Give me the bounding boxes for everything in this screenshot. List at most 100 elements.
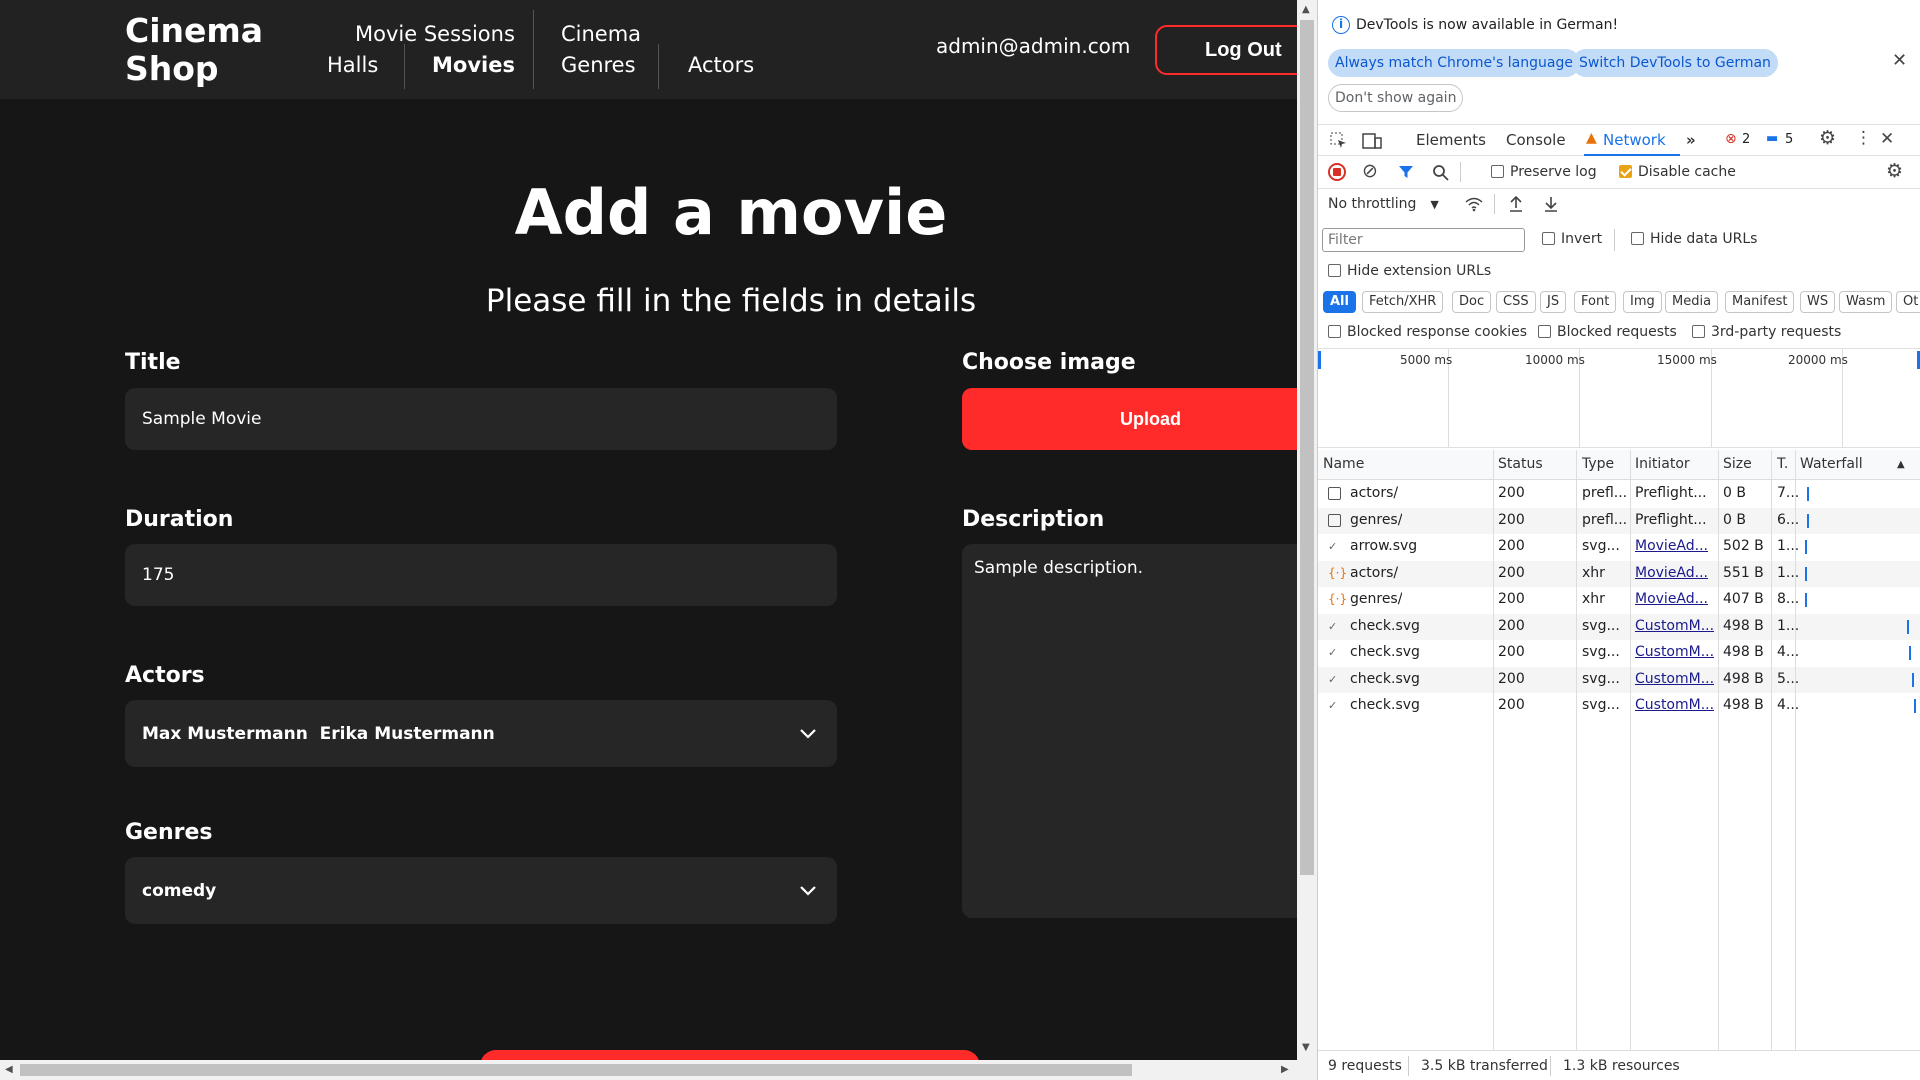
type-filter-img[interactable]: Img	[1623, 291, 1662, 313]
network-overview-timeline[interactable]: 5000 ms 10000 ms 15000 ms 20000 ms	[1318, 348, 1920, 448]
export-har-icon[interactable]	[1543, 195, 1559, 213]
scroll-right-arrow-icon[interactable]: ▶	[1281, 1065, 1289, 1075]
filter-input[interactable]: Filter	[1322, 228, 1525, 252]
column-size[interactable]: Size	[1723, 456, 1752, 472]
settings-gear-icon[interactable]: ⚙	[1819, 127, 1836, 149]
request-type: svg...	[1582, 617, 1620, 634]
scroll-left-arrow-icon[interactable]: ◀	[5, 1065, 13, 1075]
request-row[interactable]: ✓ check.svg 200 svg... CustomM... 498 B 1...	[1318, 613, 1920, 640]
type-filter-ws[interactable]: WS	[1800, 291, 1836, 313]
type-filter-all[interactable]: All	[1323, 291, 1356, 313]
type-filter-font[interactable]: Font	[1574, 291, 1617, 313]
device-toolbar-icon[interactable]	[1362, 132, 1382, 150]
third-party-checkbox[interactable]: 3rd-party requests	[1692, 324, 1841, 340]
site-logo[interactable]: Cinema Shop	[125, 12, 263, 88]
upload-button[interactable]: Upload	[962, 388, 1297, 450]
preserve-log-checkbox[interactable]: Preserve log	[1491, 164, 1597, 180]
hide-extension-urls-checkbox[interactable]: Hide extension URLs	[1328, 263, 1491, 279]
genres-select[interactable]: comedy	[125, 857, 837, 924]
type-filter-media[interactable]: Media	[1665, 291, 1719, 313]
invert-checkbox[interactable]: Invert	[1542, 231, 1602, 247]
page-horizontal-scrollbar[interactable]: ◀ ▶	[0, 1060, 1317, 1080]
import-har-icon[interactable]	[1508, 195, 1524, 213]
dont-show-again-button[interactable]: Don't show again	[1328, 84, 1464, 112]
throttling-select[interactable]: No throttling ▼	[1328, 196, 1439, 212]
timeline-tick: 5000 ms	[1400, 353, 1453, 367]
scroll-down-arrow-icon[interactable]: ▼	[1302, 1043, 1310, 1053]
switch-german-button[interactable]: Switch DevTools to German	[1572, 49, 1778, 77]
description-textarea[interactable]: Sample description.	[962, 544, 1297, 918]
filter-icon[interactable]	[1398, 164, 1414, 180]
nav-movies[interactable]: Movies	[432, 50, 515, 80]
match-language-button[interactable]: Always match Chrome's language	[1328, 49, 1580, 77]
kebab-menu-icon[interactable]: ⋮	[1855, 128, 1872, 148]
request-row[interactable]: ✓ check.svg 200 svg... CustomM... 498 B 4...	[1318, 640, 1920, 666]
request-initiator[interactable]: MovieAd...	[1635, 591, 1708, 607]
request-initiator[interactable]: CustomM...	[1635, 618, 1714, 634]
error-icon[interactable]: ⊗	[1725, 131, 1737, 147]
title-input[interactable]: Sample Movie	[125, 388, 837, 450]
request-initiator[interactable]: MovieAd...	[1635, 538, 1708, 554]
column-waterfall[interactable]: Waterfall	[1800, 456, 1863, 472]
network-conditions-icon[interactable]	[1464, 196, 1484, 212]
request-row[interactable]: ✓ check.svg 200 svg... CustomM... 498 B 5...	[1318, 666, 1920, 693]
search-icon[interactable]	[1432, 164, 1449, 181]
inspect-element-icon[interactable]	[1330, 132, 1348, 150]
page-vertical-scrollbar[interactable]: ▲ ▼	[1297, 0, 1317, 1060]
request-status: 200	[1498, 591, 1525, 607]
nav-genres[interactable]: Genres	[561, 50, 636, 80]
column-initiator[interactable]: Initiator	[1635, 456, 1690, 472]
request-row[interactable]: actors/200 prefl... Preflight... 0 B 7...	[1318, 481, 1920, 507]
type-filter-other[interactable]: Ot	[1896, 291, 1920, 313]
nav-halls[interactable]: Halls	[327, 50, 378, 80]
clear-icon[interactable]: ⊘	[1362, 160, 1378, 182]
nav-actors[interactable]: Actors	[688, 50, 754, 80]
actors-select[interactable]: Max Mustermann Erika Mustermann	[125, 700, 837, 767]
blocked-cookies-checkbox[interactable]: Blocked response cookies	[1328, 324, 1527, 340]
request-initiator[interactable]: MovieAd...	[1635, 565, 1708, 581]
nav-cinema[interactable]: Cinema	[561, 19, 641, 49]
record-stop-icon[interactable]	[1328, 163, 1346, 181]
logout-button[interactable]: Log Out	[1155, 25, 1297, 75]
network-settings-gear-icon[interactable]: ⚙	[1886, 160, 1903, 182]
scroll-up-arrow-icon[interactable]: ▲	[1302, 5, 1310, 15]
column-type[interactable]: Type	[1582, 456, 1614, 472]
request-row[interactable]: genres/200 prefl... Preflight... 0 B 6...	[1318, 507, 1920, 534]
image-label: Choose image	[962, 350, 1136, 375]
request-row[interactable]: ✓ arrow.svg 200 svg... MovieAd... 502 B 1...	[1318, 534, 1920, 560]
type-filter-doc[interactable]: Doc	[1452, 291, 1492, 313]
timeline-handle-left[interactable]	[1318, 351, 1321, 369]
sort-ascending-icon[interactable]: ▲	[1897, 459, 1905, 470]
more-tabs-icon[interactable]: »	[1686, 131, 1696, 149]
type-filter-css[interactable]: CSS	[1496, 291, 1536, 313]
scrollbar-thumb[interactable]	[20, 1064, 1132, 1076]
request-initiator[interactable]: CustomM...	[1635, 697, 1714, 713]
request-row[interactable]: {·} genres/200 xhr MovieAd... 407 B 8...	[1318, 587, 1920, 613]
request-initiator[interactable]: CustomM...	[1635, 671, 1714, 687]
nav-movie-sessions[interactable]: Movie Sessions	[355, 19, 515, 49]
message-icon[interactable]: ▬	[1766, 131, 1778, 146]
column-time[interactable]: T.	[1777, 456, 1788, 472]
column-status[interactable]: Status	[1498, 456, 1543, 472]
tab-network[interactable]: Network	[1603, 131, 1666, 149]
close-devtools-icon[interactable]: ✕	[1880, 129, 1894, 149]
blocked-requests-checkbox[interactable]: Blocked requests	[1538, 324, 1677, 340]
duration-input[interactable]: 175	[125, 544, 837, 606]
hide-data-urls-checkbox[interactable]: Hide data URLs	[1631, 231, 1757, 247]
column-name[interactable]: Name	[1323, 456, 1364, 472]
type-filter-wasm[interactable]: Wasm	[1839, 291, 1893, 313]
request-initiator[interactable]: CustomM...	[1635, 644, 1714, 660]
disable-cache-checkbox[interactable]: Disable cache	[1619, 164, 1736, 180]
tab-elements[interactable]: Elements	[1416, 131, 1486, 149]
actors-label: Actors	[125, 663, 205, 688]
request-row[interactable]: ✓ check.svg 200 svg... CustomM... 498 B 4...	[1318, 693, 1920, 719]
tab-console[interactable]: Console	[1506, 131, 1566, 149]
request-row[interactable]: {·} actors/200 xhr MovieAd... 551 B 1...	[1318, 560, 1920, 587]
type-filter-fetch-xhr[interactable]: Fetch/XHR	[1362, 291, 1444, 313]
chevron-down-icon	[800, 728, 816, 739]
scrollbar-thumb[interactable]	[1300, 20, 1314, 875]
type-filter-manifest[interactable]: Manifest	[1725, 291, 1795, 313]
type-filter-js[interactable]: JS	[1540, 291, 1567, 313]
nav-divider	[533, 10, 534, 89]
close-icon[interactable]: ✕	[1892, 50, 1907, 71]
